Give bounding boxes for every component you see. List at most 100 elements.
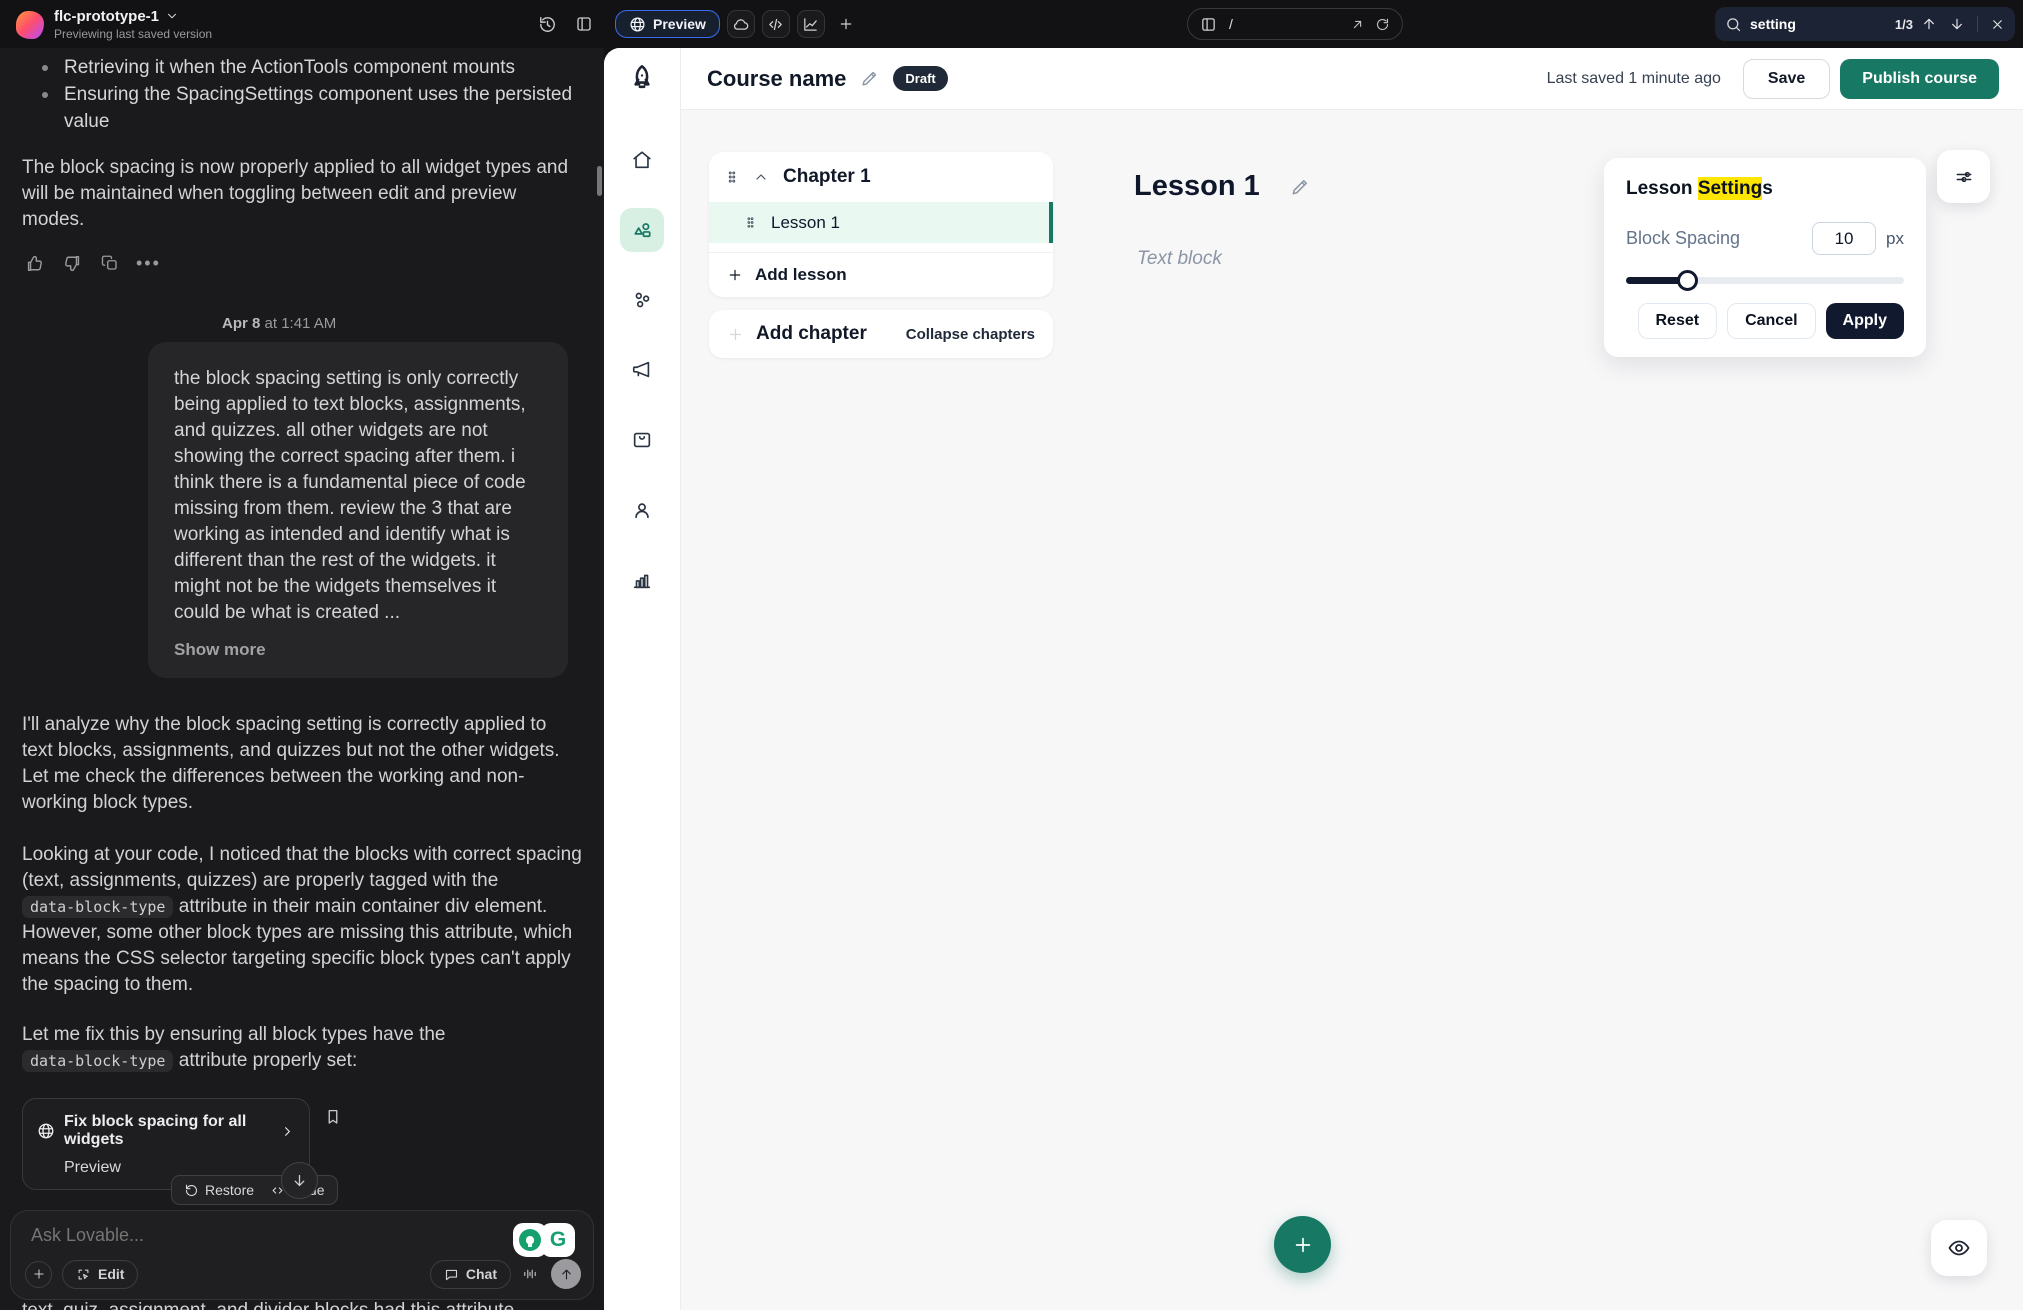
assistant-bullet-list: Retrieving it when the ActionTools compo… xyxy=(22,54,582,135)
publish-course-button[interactable]: Publish course xyxy=(1840,59,1999,99)
chevron-down-icon[interactable] xyxy=(165,9,179,23)
sidebar-item-marketing[interactable] xyxy=(620,348,664,392)
attach-button[interactable] xyxy=(25,1261,52,1288)
search-input[interactable] xyxy=(1750,16,1887,32)
top-bar: flc-prototype-1 Previewing last saved ve… xyxy=(0,0,2023,48)
scroll-to-bottom-button[interactable] xyxy=(281,1162,318,1199)
grammarly-badges: G xyxy=(513,1223,575,1257)
sliders-icon xyxy=(1954,167,1974,187)
settings-toggle-button[interactable] xyxy=(1937,150,1990,203)
thumbs-down-icon[interactable] xyxy=(60,251,84,275)
app-sidebar-rail xyxy=(604,48,681,1310)
message-timestamp: Apr 8 Apr 8 at 1:41 AMat 1:41 AM xyxy=(222,315,582,332)
chat-input-field[interactable] xyxy=(31,1225,391,1246)
cloud-button[interactable] xyxy=(727,10,755,38)
text-block-placeholder[interactable]: Text block xyxy=(1137,248,1222,270)
panel-toggle-icon[interactable] xyxy=(575,15,593,33)
refresh-icon[interactable] xyxy=(1375,17,1390,32)
globe-icon xyxy=(37,1122,55,1140)
find-bar: 1/3 xyxy=(1715,7,2015,41)
chat-mode-button[interactable]: Chat xyxy=(430,1260,511,1289)
assistant-paragraph: Looking at your code, I noticed that the… xyxy=(22,842,582,998)
lesson-title: Lesson 1 xyxy=(771,213,840,233)
assistant-paragraph: Let me fix this by ensuring all block ty… xyxy=(22,1022,582,1074)
add-chapter-button[interactable]: Add chapter xyxy=(756,323,867,345)
edit-lesson-title-icon[interactable] xyxy=(1290,177,1310,197)
sidebar-item-community[interactable] xyxy=(620,278,664,322)
collapse-chapter-icon[interactable] xyxy=(753,169,769,185)
inline-code: data-block-type xyxy=(22,896,173,918)
suggestion-badge-icon[interactable] xyxy=(513,1223,547,1257)
preview-label: Preview xyxy=(653,16,706,32)
save-button[interactable]: Save xyxy=(1743,59,1830,99)
more-actions-icon[interactable]: ••• xyxy=(136,253,161,274)
thumbs-up-icon[interactable] xyxy=(22,251,46,275)
chevron-right-icon xyxy=(280,1124,295,1139)
reset-button[interactable]: Reset xyxy=(1638,303,1718,339)
lesson-settings-panel: Lesson Settings Block Spacing px Reset C… xyxy=(1604,158,1926,357)
bookmark-icon[interactable] xyxy=(324,1108,342,1126)
voice-input-icon[interactable] xyxy=(521,1265,539,1283)
url-path: / xyxy=(1229,16,1338,32)
assistant-paragraph: The block spacing is now properly applie… xyxy=(22,155,582,233)
code-change-card[interactable]: Fix block spacing for all widgets Previe… xyxy=(22,1098,310,1190)
apply-button[interactable]: Apply xyxy=(1826,303,1904,339)
open-external-icon[interactable] xyxy=(1350,17,1365,32)
block-spacing-slider[interactable] xyxy=(1626,273,1904,287)
app-header: Course name Draft Last saved 1 minute ag… xyxy=(681,48,2023,110)
project-brand[interactable]: flc-prototype-1 Previewing last saved ve… xyxy=(0,9,212,40)
sidebar-item-home[interactable] xyxy=(620,138,664,182)
message-actions: ••• xyxy=(22,251,582,275)
project-status: Previewing last saved version xyxy=(54,28,212,40)
drag-handle-icon[interactable] xyxy=(725,169,739,185)
sidebar-item-content[interactable] xyxy=(620,208,664,252)
add-lesson-button[interactable]: Add lesson xyxy=(709,253,1053,297)
rocket-logo-icon[interactable] xyxy=(625,62,659,96)
analytics-button[interactable] xyxy=(797,10,825,38)
history-icon[interactable] xyxy=(538,15,557,34)
add-block-fab[interactable] xyxy=(1274,1216,1331,1273)
lesson-heading: Lesson 1 xyxy=(1134,170,1260,203)
block-spacing-label: Block Spacing xyxy=(1626,228,1812,249)
chapter-row[interactable]: Chapter 1 xyxy=(709,152,1053,202)
unit-label: px xyxy=(1886,229,1904,249)
url-bar[interactable]: / xyxy=(1187,8,1403,40)
chat-scroll-area: Retrieving it when the ActionTools compo… xyxy=(0,48,604,1310)
plus-icon[interactable] xyxy=(727,326,744,343)
close-search-icon[interactable] xyxy=(1990,17,2005,32)
app-preview: Course name Draft Last saved 1 minute ag… xyxy=(604,48,2023,1310)
collapse-chapters-button[interactable]: Collapse chapters xyxy=(906,326,1035,343)
restore-button[interactable]: Restore xyxy=(184,1182,254,1198)
plus-icon xyxy=(727,267,743,283)
sidebar-item-people[interactable] xyxy=(620,488,664,532)
copy-icon[interactable] xyxy=(98,251,122,275)
edit-mode-button[interactable]: Edit xyxy=(62,1260,138,1289)
sidebar-item-analytics[interactable] xyxy=(620,558,664,602)
sidebar-item-inbox[interactable] xyxy=(620,418,664,462)
lesson-row-selected[interactable]: Lesson 1 xyxy=(709,202,1053,243)
last-saved-text: Last saved 1 minute ago xyxy=(1547,70,1721,88)
inline-code: data-block-type xyxy=(22,1050,173,1072)
code-change-title: Fix block spacing for all widgets xyxy=(64,1113,271,1149)
send-button[interactable] xyxy=(551,1259,581,1289)
add-chapter-card: Add chapter Collapse chapters xyxy=(709,310,1053,358)
slider-thumb[interactable] xyxy=(1677,270,1698,291)
course-title: Course name xyxy=(707,66,846,92)
lesson-heading-row: Lesson 1 xyxy=(1134,170,1310,203)
show-more-link[interactable]: Show more xyxy=(174,640,542,660)
cancel-button[interactable]: Cancel xyxy=(1727,303,1815,339)
new-tab-icon[interactable] xyxy=(838,16,854,32)
chat-scrollbar[interactable] xyxy=(597,166,602,196)
chat-input-card[interactable]: G Edit Chat xyxy=(10,1210,594,1300)
bullet-item: Ensuring the SpacingSettings component u… xyxy=(22,81,582,135)
block-spacing-input[interactable] xyxy=(1812,222,1876,255)
lovable-logo-icon xyxy=(16,11,44,39)
prev-match-icon[interactable] xyxy=(1921,16,1937,32)
edit-select-icon xyxy=(76,1267,91,1282)
preview-toggle-button[interactable] xyxy=(1931,1220,1987,1276)
next-match-icon[interactable] xyxy=(1949,16,1965,32)
drag-handle-icon[interactable] xyxy=(744,215,757,230)
preview-button[interactable]: Preview xyxy=(615,10,720,38)
edit-course-title-icon[interactable] xyxy=(860,69,879,88)
code-button[interactable] xyxy=(762,10,790,38)
